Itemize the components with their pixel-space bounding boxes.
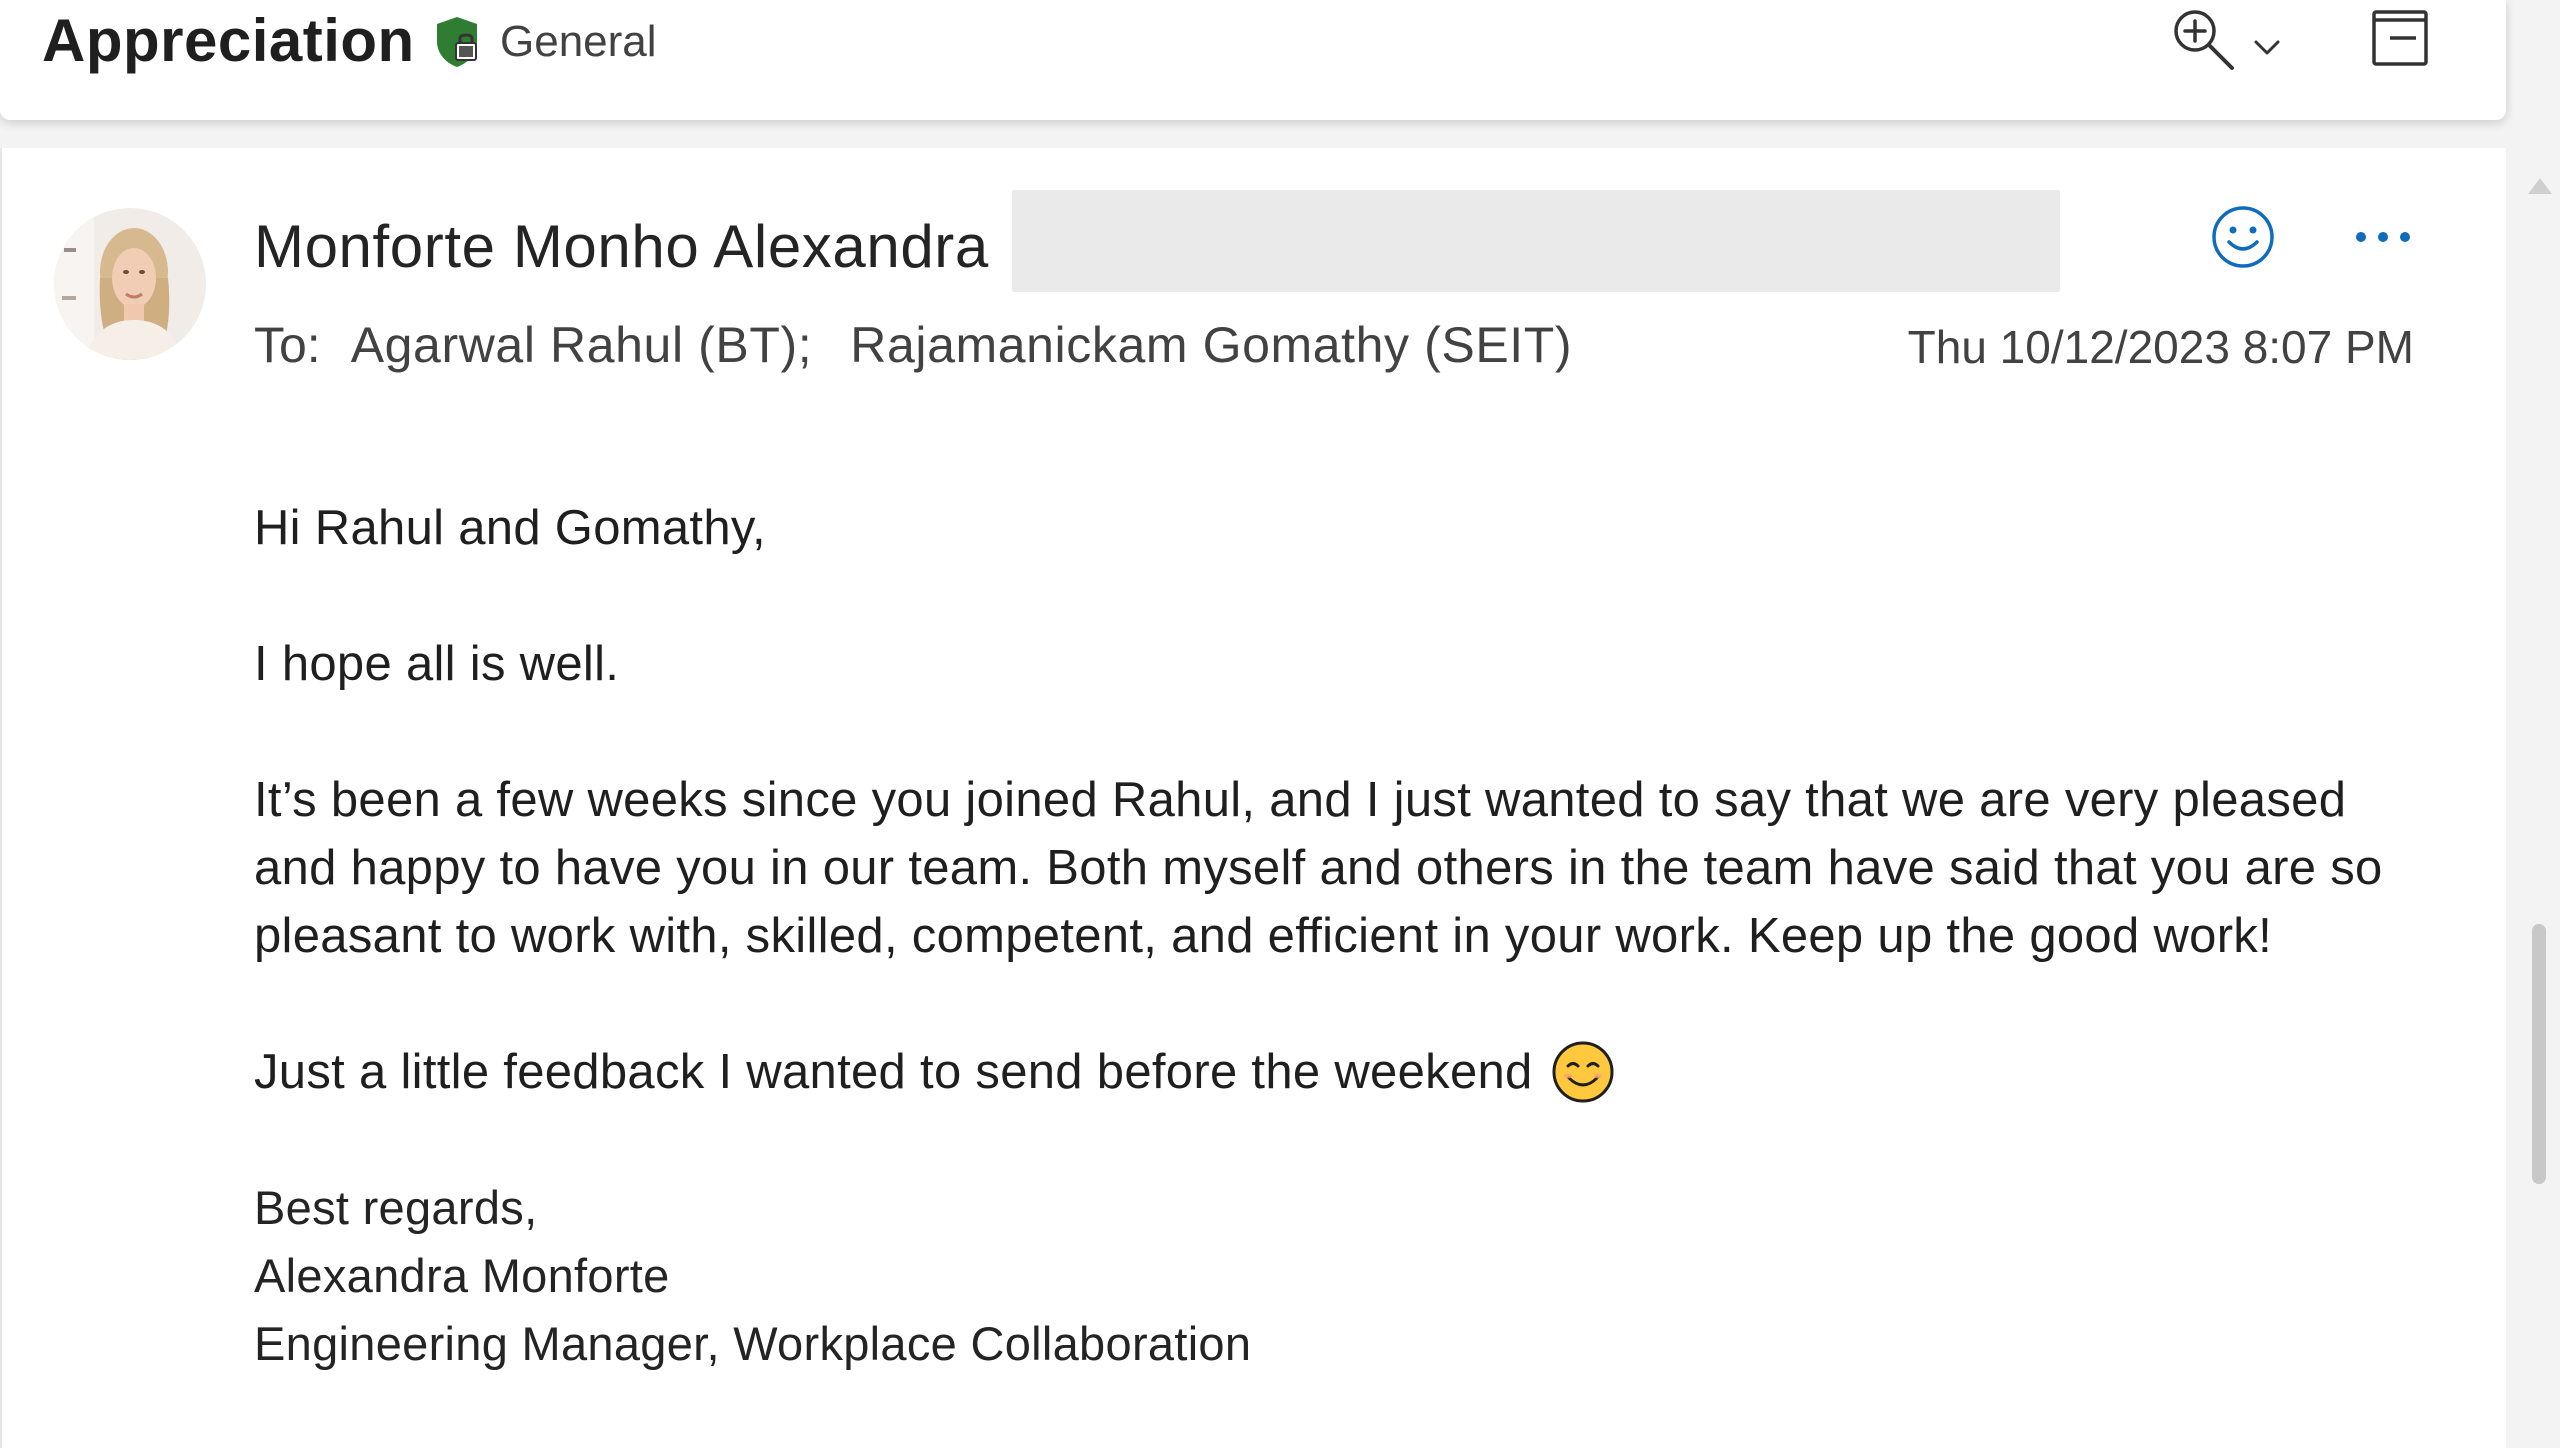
body-greeting: Hi Rahul and Gomathy, xyxy=(254,501,766,555)
signature-name: Alexandra Monforte xyxy=(254,1249,670,1302)
smiling-face-emoji xyxy=(1552,1041,1614,1103)
sensitivity-label-text: General xyxy=(500,17,657,66)
body-paragraph: It’s been a few weeks since you joined R… xyxy=(254,773,2383,963)
body-feedback-line: Just a little feedback I wanted to send … xyxy=(254,1038,2404,1106)
zoom-in-icon xyxy=(2174,10,2234,70)
message-body: Hi Rahul and Gomathy, I hope all is well… xyxy=(254,494,2404,1378)
message-reading-pane: Monforte Monho Alexandra To: Agarwal Rah… xyxy=(0,148,2506,1448)
sent-timestamp: Thu 10/12/2023 8:07 PM xyxy=(1907,321,2414,373)
shield-lock-icon xyxy=(437,17,477,67)
more-options-icon[interactable] xyxy=(2352,224,2414,250)
scroll-up-arrow-icon[interactable] xyxy=(2526,176,2554,196)
sender-name[interactable]: Monforte Monho Alexandra xyxy=(254,212,989,281)
signature-closing: Best regards, xyxy=(254,1181,538,1234)
avatar-photo xyxy=(54,208,206,360)
body-paragraph: I hope all is well. xyxy=(254,637,620,691)
sender-avatar[interactable] xyxy=(54,208,206,360)
scrollbar-thumb[interactable] xyxy=(2532,924,2546,1184)
recipients-line: To: Agarwal Rahul (BT); Rajamanickam Gom… xyxy=(254,316,1610,374)
body-paragraph: Just a little feedback I wanted to send … xyxy=(254,1045,1533,1099)
message-header-bar: Appreciation General xyxy=(0,0,2506,120)
email-signature: Best regards, Alexandra Monforte Enginee… xyxy=(254,1174,2404,1378)
signature-title: Engineering Manager, Workplace Collabora… xyxy=(254,1317,1252,1370)
zoom-button[interactable] xyxy=(2168,4,2292,74)
message-subject: Appreciation xyxy=(42,7,415,74)
chevron-down-icon[interactable] xyxy=(2252,32,2282,62)
to-label: To: xyxy=(254,317,321,373)
reading-pane-icon[interactable] xyxy=(2368,4,2432,70)
smiley-icon[interactable] xyxy=(2210,204,2276,270)
recipient[interactable]: Agarwal Rahul (BT); xyxy=(351,316,813,374)
sensitivity-label[interactable]: General xyxy=(432,14,657,70)
sender-address-redacted xyxy=(1012,190,2060,292)
recipient[interactable]: Rajamanickam Gomathy (SEIT) xyxy=(850,316,1572,374)
